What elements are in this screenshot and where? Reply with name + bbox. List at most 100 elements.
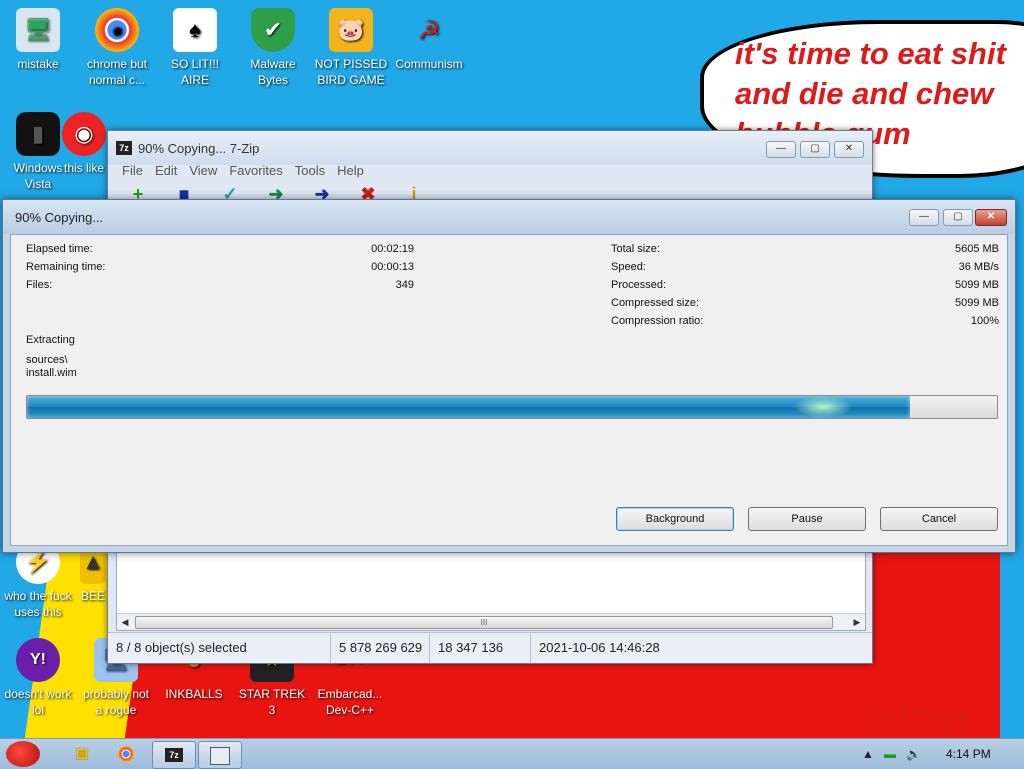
status-date: 2021-10-06 14:46:28	[539, 640, 660, 655]
desktop-icon-label: doesn't work lol	[4, 687, 72, 717]
desktop-icon-label: chrome but normal c...	[86, 57, 148, 87]
menu-help[interactable]: Help	[331, 161, 370, 181]
sevenzip-app-icon: 7z	[116, 141, 132, 155]
copy-taskbar-button[interactable]	[198, 741, 242, 769]
sevenzip-taskbar-icon: 7z	[165, 748, 183, 762]
yahoo-icon: Y!	[16, 638, 60, 682]
background-button[interactable]: Background	[616, 507, 734, 531]
desktop-icon-label: mistake	[17, 57, 59, 71]
desktop-icon-bird-game[interactable]: 🐷 NOT PISSED BIRD GAME	[313, 8, 389, 88]
progress-bar	[26, 395, 998, 419]
maximize-icon: ▢	[810, 143, 820, 154]
opera-icon: ◉	[62, 112, 106, 156]
dialog-title: 90% Copying...	[15, 210, 104, 225]
dialog-titlebar[interactable]: 90% Copying... — ▢ ✕	[3, 200, 1015, 234]
desktop-icon-label: Malware Bytes	[250, 57, 296, 87]
remaining-time-value: 00:00:13	[371, 261, 414, 273]
playing-card-icon: ♠	[173, 8, 217, 52]
desktop-icon-chrome[interactable]: ● chrome but normal c...	[79, 8, 155, 88]
remaining-time-label: Remaining time:	[26, 261, 106, 273]
chrome-taskbar-icon[interactable]	[112, 741, 140, 767]
dialog-client-area: Elapsed time: 00:02:19 Remaining time: 0…	[10, 234, 1008, 546]
sevenzip-menubar: File Edit View Favorites Tools Help	[116, 161, 370, 181]
shield-icon: ✔	[251, 8, 295, 52]
speed-label: Speed:	[611, 261, 646, 273]
dialog-minimize-button[interactable]: —	[909, 209, 939, 226]
hammer-sickle-icon: ☭	[417, 15, 441, 45]
total-size-label: Total size:	[611, 243, 660, 255]
sevenzip-statusbar: 8 / 8 object(s) selected 5 878 269 629 1…	[108, 632, 872, 663]
menu-file[interactable]: File	[116, 161, 149, 181]
current-path-file: install.wim	[26, 367, 77, 379]
tray-expand-icon[interactable]: ▲	[862, 747, 874, 761]
dialog-maximize-button[interactable]: ▢	[943, 209, 973, 226]
elapsed-time-label: Elapsed time:	[26, 243, 93, 255]
sevenzip-title: 90% Copying... 7-Zip	[138, 141, 260, 156]
start-button[interactable]	[6, 741, 46, 767]
maximize-button[interactable]: ▢	[800, 141, 830, 158]
close-icon: ✕	[844, 143, 854, 154]
desktop-icon-malwarebytes[interactable]: ✔ Malware Bytes	[235, 8, 311, 88]
operation-label: Extracting	[26, 334, 75, 346]
total-size-value: 5605 MB	[954, 243, 999, 255]
processed-label: Processed:	[611, 279, 667, 291]
desktop-icon-this-like[interactable]: ◉ this like	[62, 112, 106, 176]
desktop-icon-mistake[interactable]: 🖥 mistake	[0, 8, 76, 72]
desktop-icon-label: STAR TREK 3	[238, 687, 306, 717]
copy-dialog-taskbar-icon	[210, 747, 230, 765]
sevenzip-taskbar-button[interactable]: 7z	[152, 741, 196, 769]
sevenzip-titlebar[interactable]: 7z 90% Copying... 7-Zip — ▢ ✕	[108, 131, 872, 165]
progress-bar-fill	[27, 396, 910, 418]
scroll-right-icon[interactable]: ▶	[849, 614, 865, 630]
minimize-icon: —	[919, 211, 929, 222]
menu-view[interactable]: View	[183, 161, 223, 181]
status-packed-size: 18 347 136	[430, 633, 531, 663]
compression-ratio-label: Compression ratio:	[611, 315, 704, 327]
scroll-thumb[interactable]: III	[135, 616, 833, 629]
angry-bird-start-icon	[6, 741, 40, 767]
elapsed-time-value: 00:02:19	[371, 243, 414, 255]
recycle-bin-icon: ▮	[16, 112, 60, 156]
desktop-icon-solitaire[interactable]: ♠ SO LIT!!! AIRE	[157, 8, 233, 88]
cancel-button[interactable]: Cancel	[880, 507, 998, 531]
chrome-icon: ●	[95, 8, 139, 52]
desktop-icon-label: Embarcad... Dev-C++	[317, 687, 383, 717]
taskbar: ▣ 7z ▲ ▬ 🔈 4:14 PM	[0, 738, 1024, 769]
dialog-close-button[interactable]: ✕	[975, 209, 1007, 226]
menu-tools[interactable]: Tools	[289, 161, 331, 181]
scroll-left-icon[interactable]: ◀	[117, 614, 133, 630]
copy-progress-dialog[interactable]: 90% Copying... — ▢ ✕ Elapsed time: 00:02…	[2, 199, 1016, 553]
desktop-icon-communism[interactable]: ☭ Communism	[391, 8, 467, 72]
current-path-folder: sources\	[26, 354, 68, 366]
network-icon[interactable]: ▬	[884, 747, 896, 761]
compression-ratio-value: 100%	[970, 315, 999, 327]
desktop-icon-label: this like	[63, 161, 104, 175]
compressed-size-label: Compressed size:	[611, 297, 700, 309]
processed-value: 5099 MB	[954, 279, 999, 291]
maximize-icon: ▢	[953, 211, 963, 222]
chrome-icon	[118, 746, 134, 762]
taskbar-clock[interactable]: 4:14 PM	[946, 747, 991, 761]
pig-icon: 🐷	[329, 8, 373, 52]
desktop-icon-label: NOT PISSED BIRD GAME	[314, 57, 388, 87]
files-label: Files:	[26, 279, 53, 291]
pause-button[interactable]: Pause	[748, 507, 866, 531]
desktop-icon-label: who the fuck uses this	[4, 589, 72, 619]
desktop-icon-label: INKBALLS	[165, 687, 223, 701]
status-selected: 8 / 8 object(s) selected	[108, 633, 331, 663]
close-button[interactable]: ✕	[834, 141, 864, 158]
menu-edit[interactable]: Edit	[149, 161, 183, 181]
close-icon: ✕	[986, 211, 996, 222]
minimize-button[interactable]: —	[766, 141, 796, 158]
menu-favorites[interactable]: Favorites	[223, 161, 288, 181]
file-list[interactable]: ◀ III ▶	[116, 551, 866, 631]
desktop-icon-label: probably not a rogue	[82, 687, 150, 717]
minimize-icon: —	[776, 143, 786, 154]
desktop-icon-label: Communism	[395, 57, 463, 71]
horizontal-scrollbar[interactable]: ◀ III ▶	[117, 613, 865, 630]
desktop-icon-yahoo[interactable]: Y! doesn't work lol	[0, 638, 76, 718]
volume-icon[interactable]: 🔈	[906, 747, 921, 761]
compressed-size-value: 5099 MB	[954, 297, 999, 309]
explorer-taskbar-icon[interactable]: ▣	[68, 741, 96, 767]
status-size: 5 878 269 629	[331, 633, 430, 663]
